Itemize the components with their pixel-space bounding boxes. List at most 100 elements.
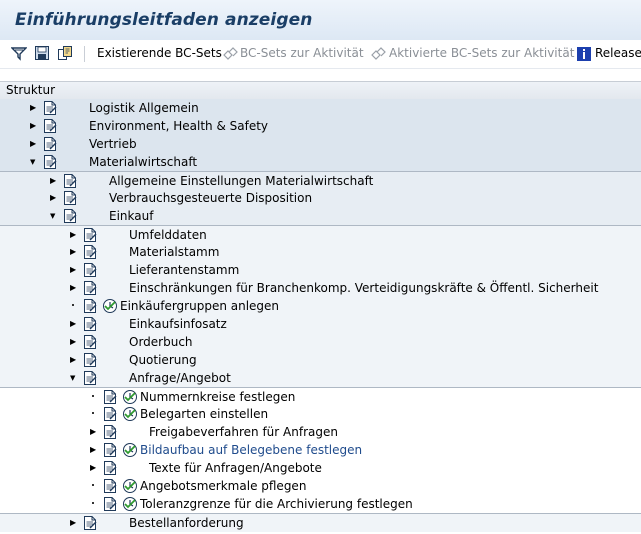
tree-row[interactable]: ▶ Verbrauchsgesteuerte Disposition — [0, 189, 641, 207]
execute-activity-icon[interactable] — [102, 298, 118, 314]
tree-row[interactable]: Angebotsmerkmale pflegen — [0, 477, 641, 495]
tree-row[interactable]: ▶ Bildaufbau auf Belegebene festlegen — [0, 441, 641, 459]
tree-node-label[interactable]: Vertrieb — [89, 137, 137, 151]
expand-triangle-icon[interactable]: ▶ — [50, 193, 58, 203]
tree-row[interactable]: ▶ Environment, Health & Safety — [0, 117, 641, 135]
tree-row[interactable]: Toleranzgrenze für die Archivierung fest… — [0, 495, 641, 513]
expand-triangle-icon[interactable]: ▶ — [90, 445, 98, 455]
tree-node-label[interactable]: Allgemeine Einstellungen Materialwirtsch… — [109, 174, 373, 188]
tree-node-label[interactable]: Texte für Anfragen/Angebote — [149, 461, 322, 475]
documentation-icon[interactable] — [82, 227, 98, 243]
release-notes-button[interactable]: Release- — [595, 46, 641, 62]
tree-node-label[interactable]: Anfrage/Angebot — [129, 371, 231, 385]
documentation-icon[interactable] — [82, 280, 98, 296]
tree-node-label[interactable]: Belegarten einstellen — [140, 407, 268, 421]
tree-row[interactable]: Belegarten einstellen — [0, 405, 641, 423]
tree-row[interactable]: ▶ Einschränkungen für Branchenkomp. Verte… — [0, 279, 641, 297]
tree-node-label[interactable]: Materialstamm — [129, 245, 219, 259]
collapse-triangle-icon[interactable]: ▼ — [50, 211, 58, 221]
activated-bc-sets-for-activity-button[interactable]: Aktivierte BC-Sets zur Aktivität — [389, 46, 574, 62]
documentation-icon[interactable] — [82, 352, 98, 368]
documentation-icon[interactable] — [42, 136, 58, 152]
collapse-triangle-icon[interactable]: ▼ — [70, 373, 78, 383]
tree-row[interactable]: ▼ Anfrage/Angebot — [0, 369, 641, 387]
tree-node-label[interactable]: Einkauf — [109, 209, 153, 223]
expand-triangle-icon[interactable]: ▶ — [70, 337, 78, 347]
tree-node-label[interactable]: Einschränkungen für Branchenkomp. Vertei… — [129, 281, 598, 295]
documentation-icon[interactable] — [102, 406, 118, 422]
tree-node-label[interactable]: Umfelddaten — [129, 228, 207, 242]
tree-row[interactable]: ▶ Logistik Allgemein — [0, 99, 641, 117]
tree-node-label[interactable]: Logistik Allgemein — [89, 101, 199, 115]
tree-row[interactable]: ▶ Quotierung — [0, 351, 641, 369]
tree-row[interactable]: ▼ Einkauf — [0, 207, 641, 225]
tree-row[interactable]: ▶ Freigabeverfahren für Anfragen — [0, 423, 641, 441]
tree-row[interactable]: ▶ Orderbuch — [0, 333, 641, 351]
tree-node-label[interactable]: Verbrauchsgesteuerte Disposition — [109, 191, 312, 205]
tree-row[interactable]: Einkäufergruppen anlegen — [0, 297, 641, 315]
tree-row[interactable]: ▶ Umfelddaten — [0, 225, 641, 244]
documentation-icon[interactable] — [102, 442, 118, 458]
tree-node-label[interactable]: Nummernkreise festlegen — [140, 390, 295, 404]
tree-node-label[interactable]: Toleranzgrenze für die Archivierung fest… — [140, 497, 413, 511]
execute-activity-icon[interactable] — [122, 442, 138, 458]
expand-triangle-icon[interactable]: ▶ — [70, 355, 78, 365]
expand-triangle-icon[interactable]: ▶ — [90, 463, 98, 473]
documentation-icon[interactable] — [102, 478, 118, 494]
save-icon[interactable] — [34, 45, 50, 61]
documentation-icon[interactable] — [102, 424, 118, 440]
documentation-icon[interactable] — [42, 100, 58, 116]
tree-node-label[interactable]: Einkaufsinfosatz — [129, 317, 227, 331]
tree-node-label[interactable]: Freigabeverfahren für Anfragen — [149, 425, 338, 439]
documentation-icon[interactable] — [102, 496, 118, 512]
documentation-icon[interactable] — [82, 262, 98, 278]
tree-node-label[interactable]: Materialwirtschaft — [89, 155, 197, 169]
collapse-triangle-icon[interactable]: ▼ — [30, 157, 38, 167]
tree-node-label[interactable]: Lieferantenstamm — [129, 263, 239, 277]
tree-node-label[interactable]: Quotierung — [129, 353, 197, 367]
tree-row[interactable]: ▼ Materialwirtschaft — [0, 153, 641, 171]
expand-triangle-icon[interactable]: ▶ — [90, 427, 98, 437]
execute-activity-icon[interactable] — [122, 478, 138, 494]
copy-structure-icon[interactable] — [57, 45, 73, 61]
documentation-icon[interactable] — [82, 334, 98, 350]
documentation-icon[interactable] — [82, 316, 98, 332]
tree-node-label[interactable]: Bestellanforderung — [129, 516, 244, 530]
documentation-icon[interactable] — [82, 298, 98, 314]
execute-activity-icon[interactable] — [122, 406, 138, 422]
existing-bc-sets-button[interactable]: Existierende BC-Sets — [97, 46, 222, 62]
execute-activity-icon[interactable] — [122, 496, 138, 512]
tree-row[interactable]: ▶ Allgemeine Einstellungen Materialwirtsc… — [0, 171, 641, 190]
expand-triangle-icon[interactable]: ▶ — [30, 121, 38, 131]
tree-row[interactable]: ▶ Bestellanforderung — [0, 513, 641, 532]
documentation-icon[interactable] — [62, 208, 78, 224]
documentation-icon[interactable] — [62, 190, 78, 206]
documentation-icon[interactable] — [102, 460, 118, 476]
execute-activity-icon[interactable] — [122, 389, 138, 405]
documentation-icon[interactable] — [42, 118, 58, 134]
tree-node-label[interactable]: Environment, Health & Safety — [89, 119, 268, 133]
bc-sets-for-activity-button[interactable]: BC-Sets zur Aktivität — [240, 46, 364, 62]
expand-triangle-icon[interactable]: ▶ — [70, 265, 78, 275]
tree-node-label[interactable]: Orderbuch — [129, 335, 193, 349]
tree-node-label[interactable]: Bildaufbau auf Belegebene festlegen — [140, 443, 362, 457]
documentation-icon[interactable] — [102, 389, 118, 405]
tree-row[interactable]: ▶ Vertrieb — [0, 135, 641, 153]
documentation-icon[interactable] — [82, 515, 98, 531]
expand-triangle-icon[interactable]: ▶ — [70, 518, 78, 528]
documentation-icon[interactable] — [42, 154, 58, 170]
tree-node-label[interactable]: Einkäufergruppen anlegen — [120, 299, 279, 313]
expand-triangle-icon[interactable]: ▶ — [70, 283, 78, 293]
documentation-icon[interactable] — [62, 173, 78, 189]
filter-icon[interactable] — [11, 45, 27, 61]
tree-row[interactable]: ▶ Einkaufsinfosatz — [0, 315, 641, 333]
tree-row[interactable]: ▶ Materialstamm — [0, 243, 641, 261]
tree-row[interactable]: ▶ Lieferantenstamm — [0, 261, 641, 279]
expand-triangle-icon[interactable]: ▶ — [70, 319, 78, 329]
expand-triangle-icon[interactable]: ▶ — [50, 176, 58, 186]
expand-triangle-icon[interactable]: ▶ — [70, 230, 78, 240]
expand-triangle-icon[interactable]: ▶ — [30, 139, 38, 149]
documentation-icon[interactable] — [82, 244, 98, 260]
expand-triangle-icon[interactable]: ▶ — [70, 247, 78, 257]
tree-row[interactable]: Nummernkreise festlegen — [0, 387, 641, 406]
